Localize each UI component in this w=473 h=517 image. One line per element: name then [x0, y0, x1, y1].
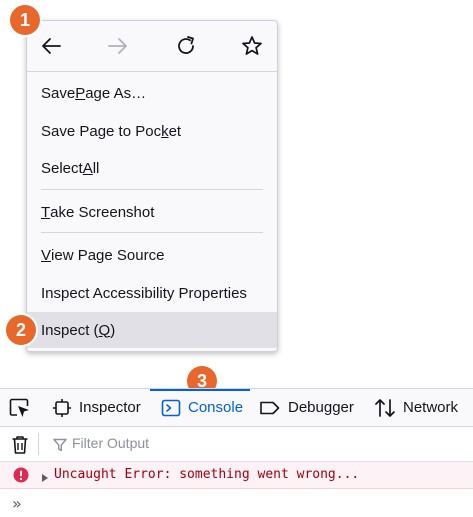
- menu-item-accesskey: k: [161, 122, 169, 140]
- debugger-icon: [260, 401, 280, 414]
- menu-item-accesskey: P: [75, 84, 86, 102]
- menu-separator: [41, 232, 263, 233]
- menu-item-label: ll: [92, 159, 100, 177]
- filter-icon: [53, 438, 67, 457]
- expand-triangle-icon[interactable]: [41, 470, 49, 488]
- devtools-panel: Inspector Console Debugger Network Filte…: [0, 388, 473, 517]
- menu-item-take-screenshot[interactable]: Take Screenshot: [27, 194, 277, 230]
- tab-label: Inspector: [79, 399, 141, 416]
- menu-item-inspect[interactable]: Inspect (Q): [27, 312, 277, 348]
- menu-item-label: Save: [41, 84, 76, 102]
- tab-inspector[interactable]: Inspector: [52, 389, 141, 426]
- reload-icon: [178, 36, 194, 54]
- tab-console[interactable]: Console: [161, 389, 243, 426]
- network-icon: [375, 398, 395, 417]
- back-arrow-icon: [42, 38, 61, 54]
- toolbar-divider: [38, 433, 39, 455]
- menu-item-label: Inspect (: [41, 321, 99, 339]
- tab-debugger[interactable]: Debugger: [259, 389, 354, 426]
- context-menu: Save Page As… Save Page to Poc k et Select…: [26, 20, 278, 352]
- menu-item-save-to-pocket[interactable]: Save Page to Poc k et: [27, 113, 277, 149]
- error-icon: [13, 467, 29, 488]
- back-button[interactable]: [39, 34, 63, 58]
- tab-label: Network: [403, 399, 459, 416]
- filter-output-input[interactable]: Filter Output: [72, 435, 149, 451]
- bookmark-button[interactable]: [240, 34, 264, 58]
- console-filter-bar: Filter Output: [0, 427, 473, 462]
- menu-item-label: ake Screenshot: [50, 203, 155, 221]
- navigation-row: [27, 21, 277, 72]
- element-picker-button[interactable]: [9, 398, 31, 423]
- forward-arrow-icon: [108, 38, 127, 54]
- console-input[interactable]: »: [0, 489, 473, 517]
- menu-item-inspect-accessibility[interactable]: Inspect Accessibility Properties: [27, 275, 277, 311]
- devtools-toolbar: Inspector Console Debugger Network: [0, 389, 473, 427]
- step-badge-2: 2: [6, 315, 36, 345]
- menu-separator: [41, 189, 263, 190]
- menu-item-label: iew Page Source: [51, 246, 165, 264]
- menu-item-accesskey: V: [41, 246, 52, 264]
- tab-label: Console: [188, 399, 244, 416]
- console-icon: [161, 399, 181, 416]
- reload-button[interactable]: [174, 34, 198, 58]
- menu-item-label: Inspect Accessibility Properties: [41, 284, 247, 302]
- tab-network[interactable]: Network: [374, 389, 458, 426]
- menu-item-save-page-as[interactable]: Save Page As…: [27, 75, 277, 111]
- inspector-icon: [53, 398, 71, 417]
- trash-icon: [12, 436, 28, 454]
- menu-item-accesskey: T: [41, 203, 51, 221]
- menu-item-label: Save Page to Poc: [41, 122, 162, 140]
- menu-item-accesskey: A: [82, 159, 93, 177]
- console-error-message[interactable]: Uncaught Error: something went wrong...: [0, 462, 473, 489]
- menu-item-label: Select: [41, 159, 83, 177]
- forward-button[interactable]: [106, 34, 130, 58]
- menu-item-label: et: [168, 122, 182, 140]
- step-badge-1: 1: [10, 5, 40, 35]
- prompt-chevron-icon: »: [12, 494, 22, 513]
- menu-item-select-all[interactable]: Select All: [27, 150, 277, 186]
- clear-console-button[interactable]: [11, 435, 29, 460]
- menu-item-label: age As…: [85, 84, 147, 102]
- menu-item-accesskey: Q: [98, 321, 111, 339]
- element-picker-icon: [9, 398, 29, 417]
- error-text: Uncaught Error: something went wrong...: [54, 467, 360, 482]
- menu-item-view-page-source[interactable]: View Page Source: [27, 237, 277, 273]
- tab-label: Debugger: [288, 399, 354, 416]
- star-icon: [242, 36, 262, 55]
- menu-item-label: ): [110, 321, 116, 339]
